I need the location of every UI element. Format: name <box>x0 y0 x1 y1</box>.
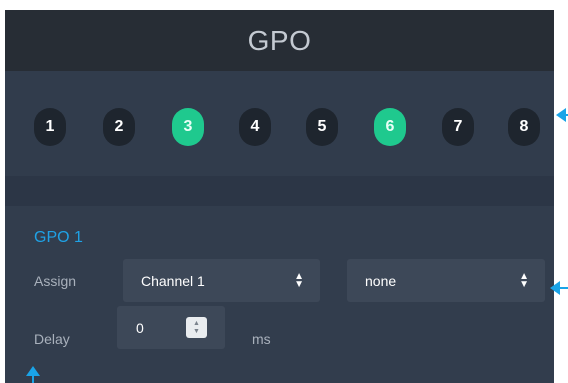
channel-button-1[interactable]: 1 <box>34 108 66 146</box>
channel-button-5[interactable]: 5 <box>306 108 338 146</box>
assign-label: Assign <box>34 273 77 289</box>
section-divider <box>5 176 554 206</box>
select-arrows-icon: ▲ ▼ <box>294 270 304 290</box>
assign-second-select[interactable]: none ▲ ▼ <box>347 259 545 302</box>
delay-input[interactable]: 0 <box>117 306 225 349</box>
assign-second-value: none <box>365 272 397 289</box>
gpo-section-title: GPO 1 <box>34 229 83 246</box>
delay-value: 0 <box>136 319 144 336</box>
callout-line <box>558 287 568 289</box>
delay-unit: ms <box>252 331 271 347</box>
channel-button-6[interactable]: 6 <box>374 108 406 146</box>
delay-stepper[interactable]: ▲ ▼ <box>186 317 207 338</box>
gpo-panel: GPO 1 2 3 4 5 6 7 8 <box>5 10 554 383</box>
channel-button-4[interactable]: 4 <box>239 108 271 146</box>
channel-button-8[interactable]: 8 <box>508 108 540 146</box>
channel-selector: 1 2 3 4 5 6 7 8 <box>5 71 554 176</box>
panel-title: GPO <box>247 24 312 56</box>
channel-button-7[interactable]: 7 <box>442 108 474 146</box>
panel-header: GPO <box>5 10 554 71</box>
select-arrows-icon: ▲ ▼ <box>519 270 529 290</box>
stepper-down-icon[interactable]: ▼ <box>193 328 200 336</box>
assign-channel-select[interactable]: Channel 1 ▲ ▼ <box>123 259 320 302</box>
stepper-up-icon[interactable]: ▲ <box>193 320 200 328</box>
delay-label: Delay <box>34 331 70 347</box>
channel-button-3[interactable]: 3 <box>172 108 204 146</box>
channel-button-2[interactable]: 2 <box>103 108 135 146</box>
callout-line <box>32 375 34 383</box>
assign-channel-value: Channel 1 <box>141 272 205 289</box>
callout-line <box>564 114 568 116</box>
